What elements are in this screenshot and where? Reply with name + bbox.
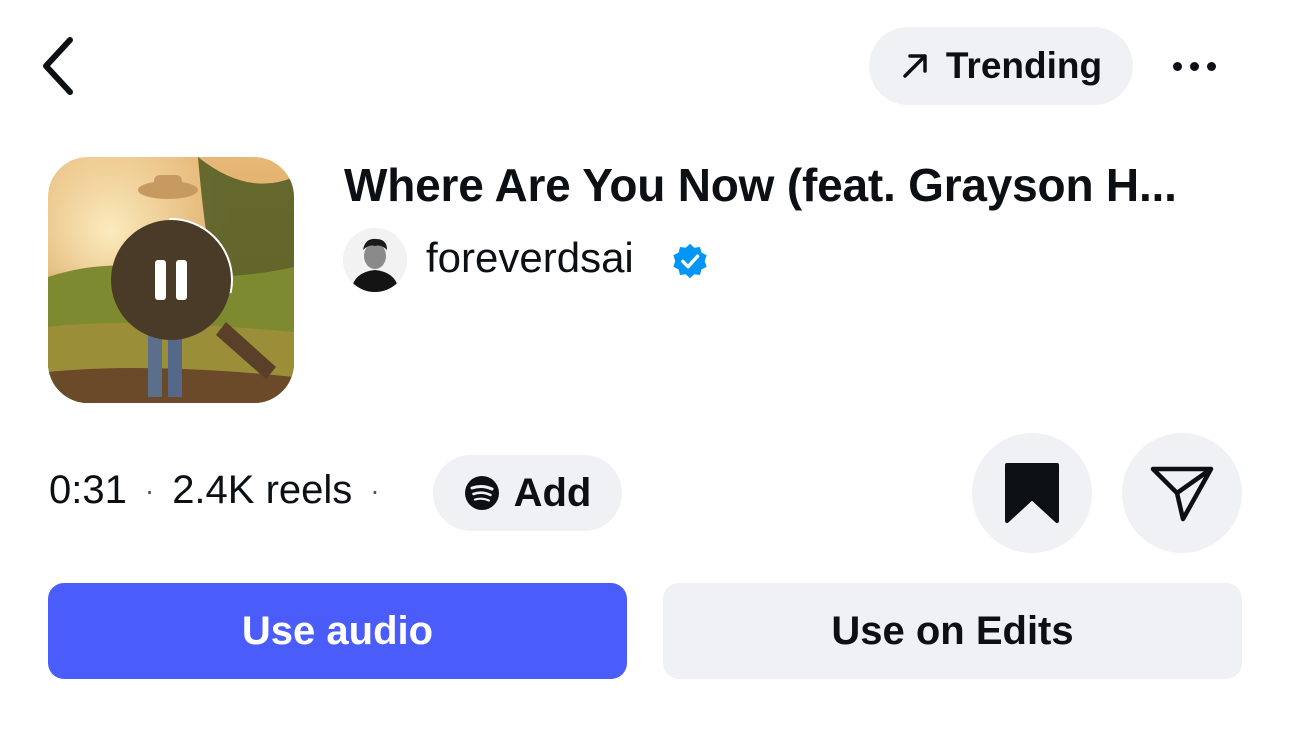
share-button[interactable] (1122, 433, 1242, 553)
artist-avatar[interactable] (343, 228, 407, 292)
duration-text: 0:31 (49, 468, 127, 512)
spotify-icon (464, 476, 499, 510)
ellipsis-icon (1172, 61, 1216, 71)
audio-meta-row: 0:31 · 2.4K reels · (49, 468, 398, 513)
trending-button[interactable]: Trending (869, 27, 1133, 105)
track-title: Where Are You Now (feat. Grayson H... (344, 159, 1177, 211)
more-options-button[interactable] (1160, 38, 1228, 94)
add-to-spotify-button[interactable]: Add (433, 455, 622, 531)
arrow-up-right-icon (903, 54, 927, 78)
chevron-left-icon (43, 37, 73, 95)
separator-dot: · (144, 474, 155, 506)
back-button[interactable] (30, 30, 86, 102)
reels-count: 2.4K reels (172, 468, 353, 512)
artist-avatar-image (343, 228, 407, 292)
artist-name[interactable]: foreverdsai (426, 234, 634, 282)
save-button[interactable] (972, 433, 1092, 553)
verified-badge-icon (673, 243, 707, 279)
use-on-edits-button[interactable]: Use on Edits (663, 583, 1242, 679)
use-audio-button[interactable]: Use audio (48, 583, 627, 679)
bookmark-icon (1005, 463, 1059, 523)
trending-label: Trending (945, 45, 1103, 86)
add-label: Add (513, 470, 592, 515)
pause-button[interactable] (111, 220, 231, 340)
pause-icon (155, 260, 187, 300)
send-icon (1150, 466, 1214, 522)
separator-dot: · (370, 474, 380, 506)
